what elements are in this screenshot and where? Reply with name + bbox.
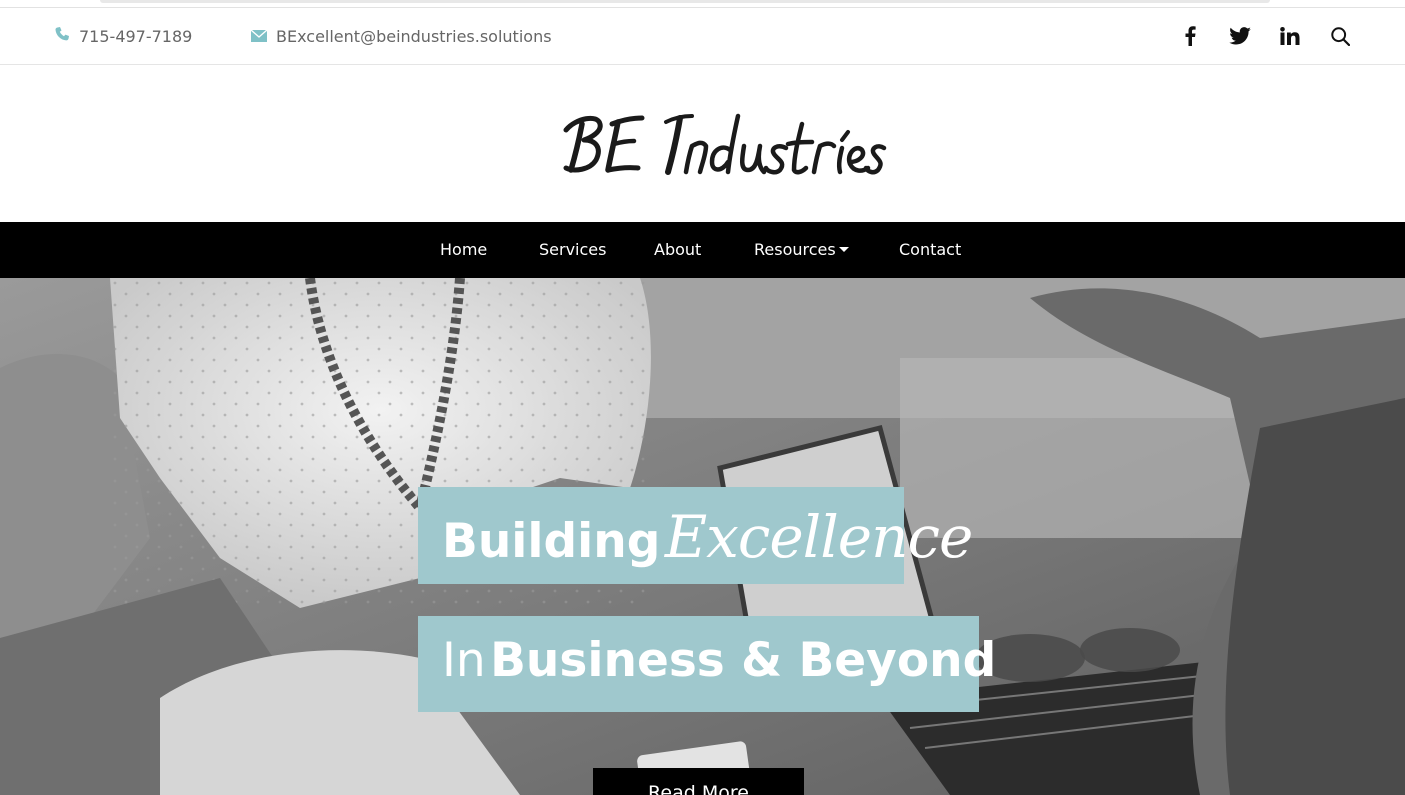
email-address: BExcellent@beindustries.solutions [276, 26, 552, 46]
phone-link[interactable]: 715-497-7189 [54, 8, 192, 64]
nav-home[interactable]: Home [440, 222, 487, 278]
hero-word-building: Building [442, 514, 661, 569]
hero-headline-line2: In Business & Beyond [418, 616, 996, 712]
brand-logo-lettering [563, 113, 887, 175]
read-more-button[interactable]: Read More [593, 768, 804, 795]
main-nav: Home Services About Resources Contact [0, 222, 1405, 278]
email-link[interactable]: BExcellent@beindustries.solutions [250, 8, 552, 64]
hero-phrase-business-beyond: Business & Beyond [490, 633, 997, 688]
nav-contact[interactable]: Contact [899, 222, 961, 278]
nav-resources-label: Resources [754, 240, 836, 259]
brand-logo[interactable] [562, 110, 887, 180]
search-icon[interactable] [1315, 8, 1365, 64]
nav-resources[interactable]: Resources [754, 222, 849, 278]
phone-number: 715-497-7189 [79, 26, 193, 46]
hero-word-in: In [442, 633, 486, 688]
phone-icon [54, 26, 70, 46]
envelope-icon [250, 27, 268, 46]
logo-area [0, 65, 1405, 222]
facebook-icon[interactable] [1165, 8, 1215, 64]
social-links [1165, 8, 1365, 64]
hero-headline-line1: Building Excellence [418, 487, 973, 584]
caret-down-icon [838, 247, 849, 252]
browser-top-edge [0, 0, 1405, 8]
hero-word-excellence: Excellence [664, 503, 973, 571]
linkedin-icon[interactable] [1265, 8, 1315, 64]
hero-section: Building Excellence In Business & Beyond… [0, 278, 1405, 795]
twitter-icon[interactable] [1215, 8, 1265, 64]
contact-bar: 715-497-7189 BExcellent@beindustries.sol… [0, 8, 1405, 65]
nav-about[interactable]: About [654, 222, 701, 278]
nav-services[interactable]: Services [539, 222, 606, 278]
